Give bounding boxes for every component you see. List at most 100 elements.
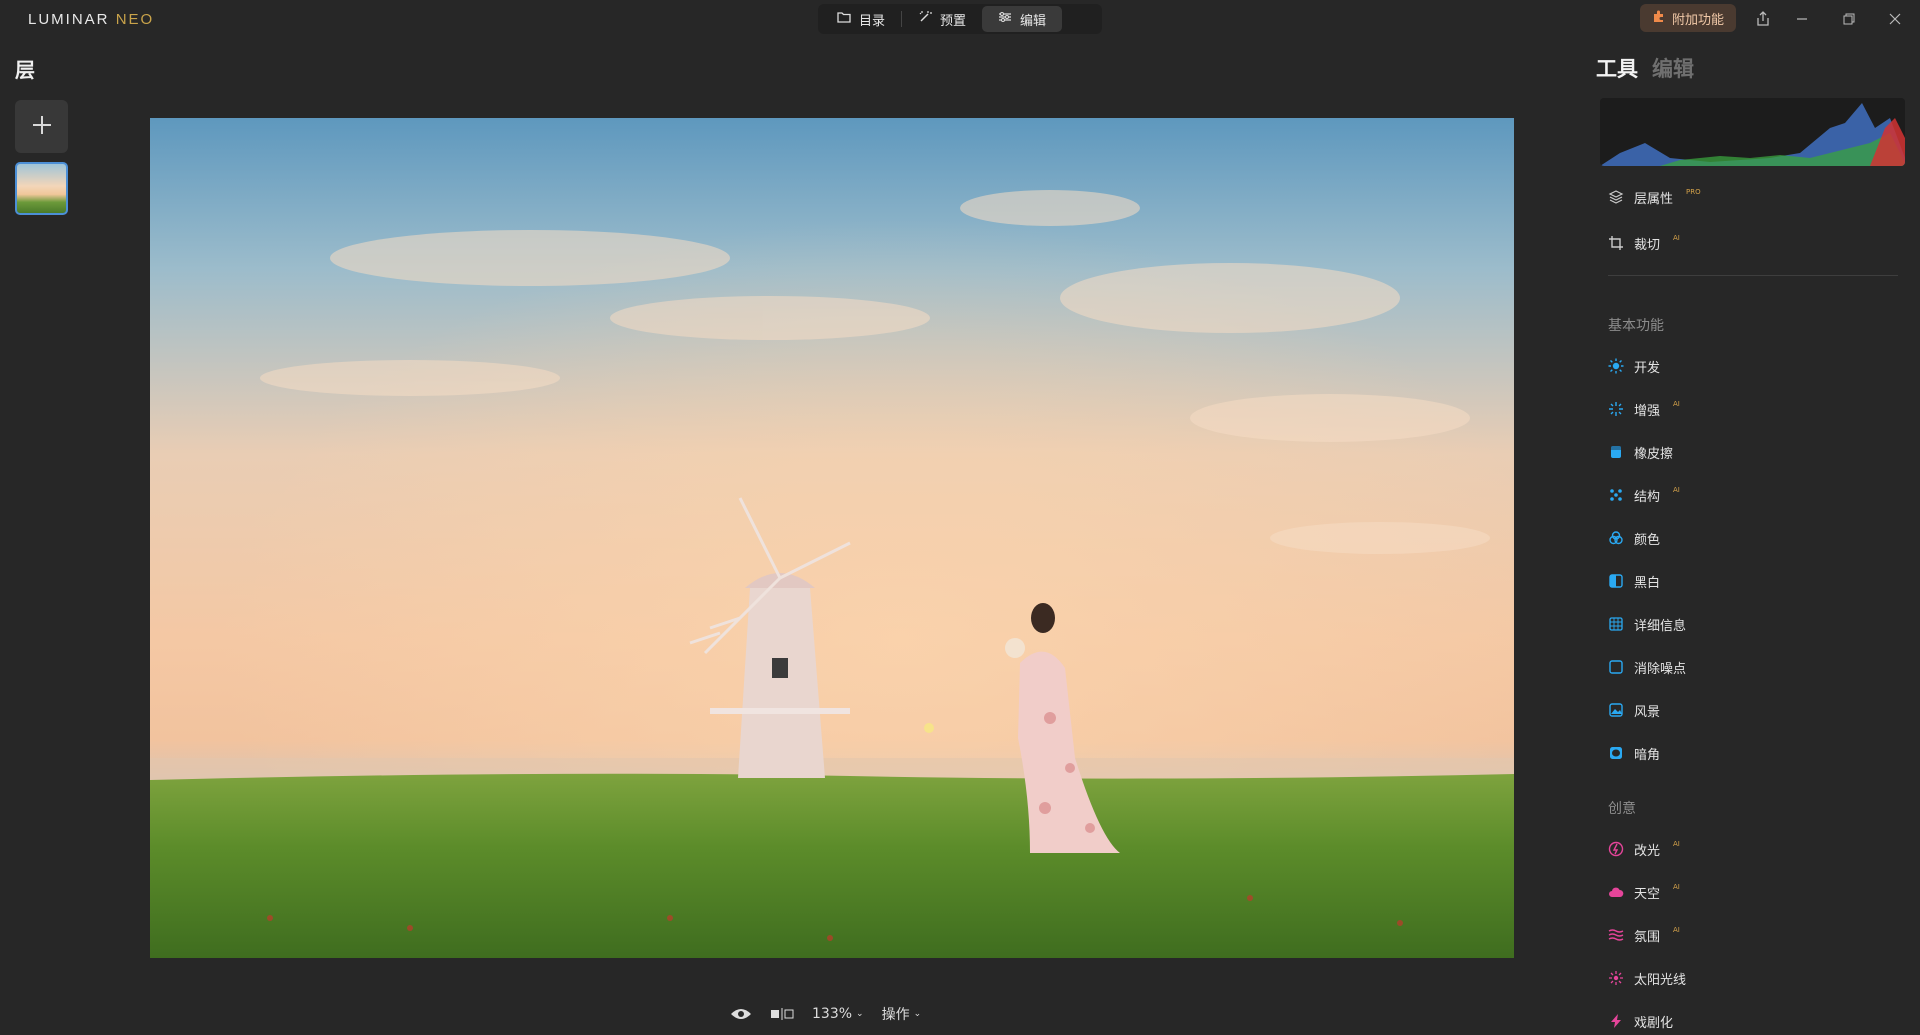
color-icon bbox=[1608, 530, 1624, 546]
sunrays-icon bbox=[1608, 970, 1624, 986]
tool-label: 裁切 bbox=[1634, 237, 1661, 253]
app-logo: LUMINAR NEO bbox=[28, 11, 154, 28]
landscape-icon bbox=[1608, 702, 1624, 718]
folder-icon bbox=[837, 11, 851, 27]
tool-label: 改光 bbox=[1634, 843, 1661, 859]
tool-item[interactable]: 改光 AI bbox=[1608, 838, 1680, 860]
logo-neo-text: NEO bbox=[115, 11, 155, 28]
zoom-value: 133% bbox=[812, 1006, 853, 1022]
logo-text: LUMINAR bbox=[28, 11, 110, 28]
tool-label: 太阳光线 bbox=[1634, 972, 1687, 988]
plus-icon bbox=[31, 114, 53, 140]
minimize-icon[interactable] bbox=[1791, 8, 1813, 30]
vignette-icon bbox=[1608, 745, 1624, 761]
add-layer-button[interactable] bbox=[15, 100, 68, 153]
share-icon[interactable] bbox=[1752, 8, 1774, 30]
tool-layer-properties[interactable]: 层属性 PRO bbox=[1608, 186, 1701, 208]
ai-badge: AI bbox=[1673, 883, 1680, 891]
tool-label: 戏剧化 bbox=[1634, 1015, 1674, 1031]
tool-item[interactable]: 橡皮擦 bbox=[1608, 441, 1673, 463]
tab-catalog-label: 目录 bbox=[859, 13, 886, 29]
tool-label: 颜色 bbox=[1634, 532, 1661, 548]
tab-edit-label: 编辑 bbox=[1020, 13, 1047, 29]
lightning-icon bbox=[1608, 1013, 1624, 1029]
tool-label: 详细信息 bbox=[1634, 618, 1687, 634]
denoise-icon bbox=[1608, 659, 1624, 675]
tool-item[interactable]: 戏剧化 bbox=[1608, 1010, 1673, 1032]
tool-label: 开发 bbox=[1634, 360, 1661, 376]
crop-icon bbox=[1608, 235, 1624, 251]
zoom-dropdown[interactable]: 133% ⌄ bbox=[812, 1006, 864, 1022]
tool-item[interactable]: 天空 AI bbox=[1608, 881, 1680, 903]
close-icon[interactable] bbox=[1884, 8, 1906, 30]
photo-windmill-field bbox=[150, 118, 1514, 958]
tool-label: 黑白 bbox=[1634, 575, 1661, 591]
cloud-icon bbox=[1608, 884, 1624, 900]
restore-icon[interactable] bbox=[1838, 8, 1860, 30]
tool-label: 风景 bbox=[1634, 704, 1661, 720]
eye-icon[interactable] bbox=[730, 1007, 752, 1021]
puzzle-icon bbox=[1652, 9, 1666, 27]
tool-item[interactable]: 颜色 bbox=[1608, 527, 1660, 549]
tool-label: 暗角 bbox=[1634, 747, 1661, 763]
tool-label: 消除噪点 bbox=[1634, 661, 1687, 677]
tool-item[interactable]: 增强 AI bbox=[1608, 398, 1680, 420]
compare-icon[interactable] bbox=[770, 1007, 794, 1021]
addons-label: 附加功能 bbox=[1672, 12, 1725, 28]
tool-label: 氛围 bbox=[1634, 929, 1661, 945]
chevron-down-icon: ⌄ bbox=[856, 1009, 864, 1019]
tool-item[interactable]: 详细信息 bbox=[1608, 613, 1686, 635]
tab-edits[interactable]: 编辑 bbox=[1652, 53, 1694, 83]
ai-badge: AI bbox=[1673, 400, 1680, 408]
badge: AI bbox=[1673, 234, 1680, 242]
top-bar: LUMINAR NEO 目录 预置 编辑 附加功能 bbox=[0, 0, 1920, 38]
atmosphere-icon bbox=[1608, 927, 1624, 943]
chevron-down-icon: ⌄ bbox=[913, 1009, 922, 1019]
tool-label: 增强 bbox=[1634, 403, 1661, 419]
tab-presets[interactable]: 预置 bbox=[902, 6, 982, 32]
sliders-icon bbox=[998, 11, 1012, 27]
view-controls-bar: 133% ⌄ 操作 ⌄ bbox=[730, 1003, 921, 1025]
tool-item[interactable]: 暗角 bbox=[1608, 742, 1660, 764]
actions-label: 操作 bbox=[881, 1007, 910, 1023]
tool-label: 层属性 bbox=[1634, 191, 1674, 207]
layers-title: 层 bbox=[15, 58, 35, 82]
tool-label: 天空 bbox=[1634, 886, 1661, 902]
tool-item[interactable]: 太阳光线 bbox=[1608, 967, 1686, 989]
tool-item[interactable]: 结构 AI bbox=[1608, 484, 1680, 506]
actions-dropdown[interactable]: 操作 ⌄ bbox=[882, 1004, 922, 1024]
image-canvas[interactable] bbox=[150, 118, 1514, 958]
sparkle-icon bbox=[1608, 401, 1624, 417]
sun-icon bbox=[1608, 358, 1624, 374]
tool-item[interactable]: 风景 bbox=[1608, 699, 1660, 721]
mode-tabs: 目录 预置 编辑 bbox=[818, 4, 1102, 34]
panel-tabs: 工具 编辑 bbox=[1596, 53, 1694, 83]
divider bbox=[1608, 275, 1898, 276]
layers-icon bbox=[1608, 189, 1624, 205]
tab-tools[interactable]: 工具 bbox=[1596, 53, 1638, 83]
ai-badge: AI bbox=[1673, 486, 1680, 494]
bw-icon bbox=[1608, 573, 1624, 589]
structure-icon bbox=[1608, 487, 1624, 503]
tool-item[interactable]: 消除噪点 bbox=[1608, 656, 1686, 678]
histogram bbox=[1600, 98, 1905, 166]
section-title-creative: 创意 bbox=[1608, 801, 1636, 817]
tab-catalog[interactable]: 目录 bbox=[821, 6, 901, 32]
tool-item[interactable]: 氛围 AI bbox=[1608, 924, 1680, 946]
details-icon bbox=[1608, 616, 1624, 632]
magic-wand-icon bbox=[918, 10, 933, 28]
ai-badge: AI bbox=[1673, 926, 1680, 934]
badge: PRO bbox=[1686, 188, 1701, 196]
tab-presets-label: 预置 bbox=[940, 13, 967, 29]
tool-label: 橡皮擦 bbox=[1634, 446, 1674, 462]
tool-crop[interactable]: 裁切 AI bbox=[1608, 232, 1680, 254]
tool-label: 结构 bbox=[1634, 489, 1661, 505]
ai-badge: AI bbox=[1673, 840, 1680, 848]
tool-item[interactable]: 黑白 bbox=[1608, 570, 1660, 592]
eraser-icon bbox=[1608, 444, 1624, 460]
section-title-basics: 基本功能 bbox=[1608, 318, 1664, 334]
addons-button[interactable]: 附加功能 bbox=[1640, 4, 1737, 32]
tool-item[interactable]: 开发 bbox=[1608, 355, 1660, 377]
tab-edit[interactable]: 编辑 bbox=[982, 6, 1063, 32]
layer-thumbnail[interactable] bbox=[15, 162, 68, 215]
